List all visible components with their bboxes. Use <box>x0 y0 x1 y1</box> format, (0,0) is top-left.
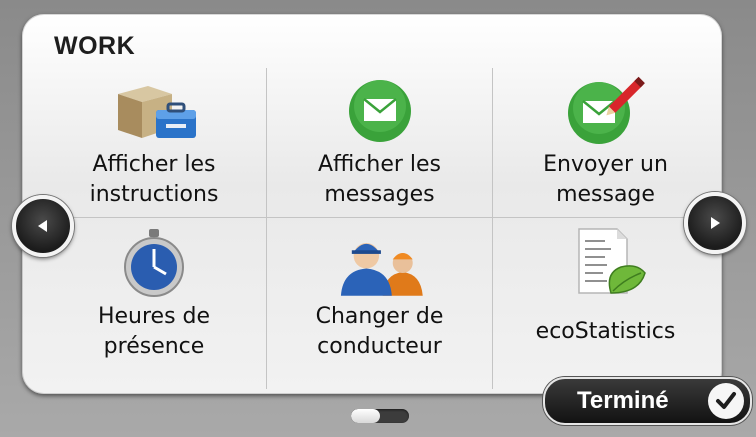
menu-item-label: Heures de présence <box>97 304 211 359</box>
arrow-left-icon <box>38 220 47 232</box>
envelope-pencil-icon <box>556 76 656 146</box>
menu-item-label: ecoStatistics <box>535 319 676 344</box>
eco-statistics-icon <box>556 228 656 298</box>
page-indicator <box>351 409 409 423</box>
toolbox-icon <box>104 76 204 146</box>
page-title: WORK <box>54 32 136 60</box>
menu-item-label: Changer de conducteur <box>315 304 444 359</box>
menu-item-eco-statistics[interactable]: ecoStatistics <box>493 218 718 389</box>
page-indicator-thumb <box>351 409 380 423</box>
arrow-right-icon <box>711 217 720 229</box>
menu-grid: Afficher les instructions Afficher les m… <box>42 68 718 389</box>
menu-item-label: Afficher les messages <box>317 152 442 207</box>
menu-item-attendance-hours[interactable]: Heures de présence <box>42 218 267 389</box>
stopwatch-icon <box>104 228 204 298</box>
menu-item-show-instructions[interactable]: Afficher les instructions <box>42 68 267 218</box>
previous-page-button[interactable] <box>12 195 74 257</box>
checkmark-icon <box>708 383 744 419</box>
drivers-icon <box>330 228 430 298</box>
menu-item-label: Afficher les instructions <box>89 152 219 207</box>
envelope-icon <box>330 76 430 146</box>
menu-item-label: Envoyer un message <box>543 152 668 207</box>
menu-item-change-driver[interactable]: Changer de conducteur <box>267 218 493 389</box>
next-page-button[interactable] <box>684 192 746 254</box>
menu-item-send-message[interactable]: Envoyer un message <box>493 68 718 218</box>
menu-item-show-messages[interactable]: Afficher les messages <box>267 68 493 218</box>
done-button[interactable]: Terminé <box>543 377 752 425</box>
done-label: Terminé <box>577 387 669 414</box>
